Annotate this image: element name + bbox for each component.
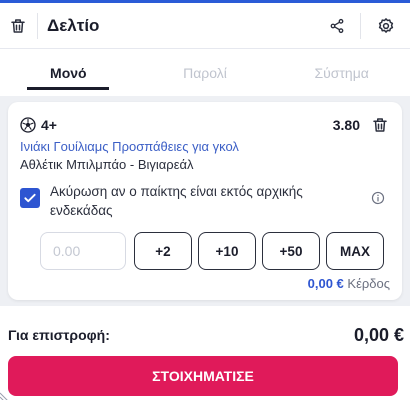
return-label: Για επιστροφή: — [8, 327, 110, 343]
quick-stake-plus-2-button[interactable]: +2 — [134, 232, 192, 270]
tab-system[interactable]: Σύστημα — [273, 50, 410, 96]
quick-stake-plus-10-button[interactable]: +10 — [198, 232, 256, 270]
trash-icon[interactable] — [5, 13, 31, 39]
header-divider — [360, 12, 361, 39]
gear-icon[interactable] — [373, 13, 399, 39]
void-checkbox-label: Ακύρωση αν ο παίκτης είναι εκτός αρχικής… — [50, 184, 303, 218]
page-title: Δελτίο — [47, 15, 100, 35]
odds-value: 3.80 — [332, 117, 360, 133]
stake-input[interactable] — [40, 232, 126, 270]
selection-label: 4+ — [41, 117, 57, 133]
info-icon[interactable] — [371, 191, 385, 205]
return-summary: Για επιστροφή: 0,00 € — [0, 322, 410, 348]
place-bet-button[interactable]: ΣΤΟΙΧΗΜΑΤΙΣΕ — [8, 356, 398, 396]
potential-profit: 0,00 € Κέρδος — [308, 276, 390, 291]
header-divider — [37, 12, 38, 39]
void-checkbox[interactable] — [20, 188, 40, 208]
resize-handle-icon — [0, 388, 12, 400]
betslip-header: Δελτίο — [0, 3, 410, 49]
return-value: 0,00 € — [353, 324, 404, 345]
bet-type-tabs: Μονό Παρολί Σύστημα — [0, 50, 410, 96]
match-name: Αθλέτικ Μπιλμπάο - Βιγιαρεάλ — [20, 157, 194, 172]
quick-stake-max-button[interactable]: MAX — [326, 232, 384, 270]
profit-label: Κέρδος — [347, 276, 390, 291]
tab-single[interactable]: Μονό — [0, 50, 137, 96]
football-icon — [20, 117, 36, 133]
bet-card: 4+ 3.80 Ινιάκι Γουίλιαμς Προσπάθειες για… — [8, 102, 402, 300]
profit-amount: 0,00 € — [307, 276, 344, 291]
remove-selection-icon[interactable] — [370, 115, 390, 135]
market-name: Ινιάκι Γουίλιαμς Προσπάθειες για γκολ — [20, 139, 239, 154]
quick-stake-plus-50-button[interactable]: +50 — [262, 232, 320, 270]
tab-parlay[interactable]: Παρολί — [137, 50, 274, 96]
share-icon[interactable] — [324, 13, 350, 39]
